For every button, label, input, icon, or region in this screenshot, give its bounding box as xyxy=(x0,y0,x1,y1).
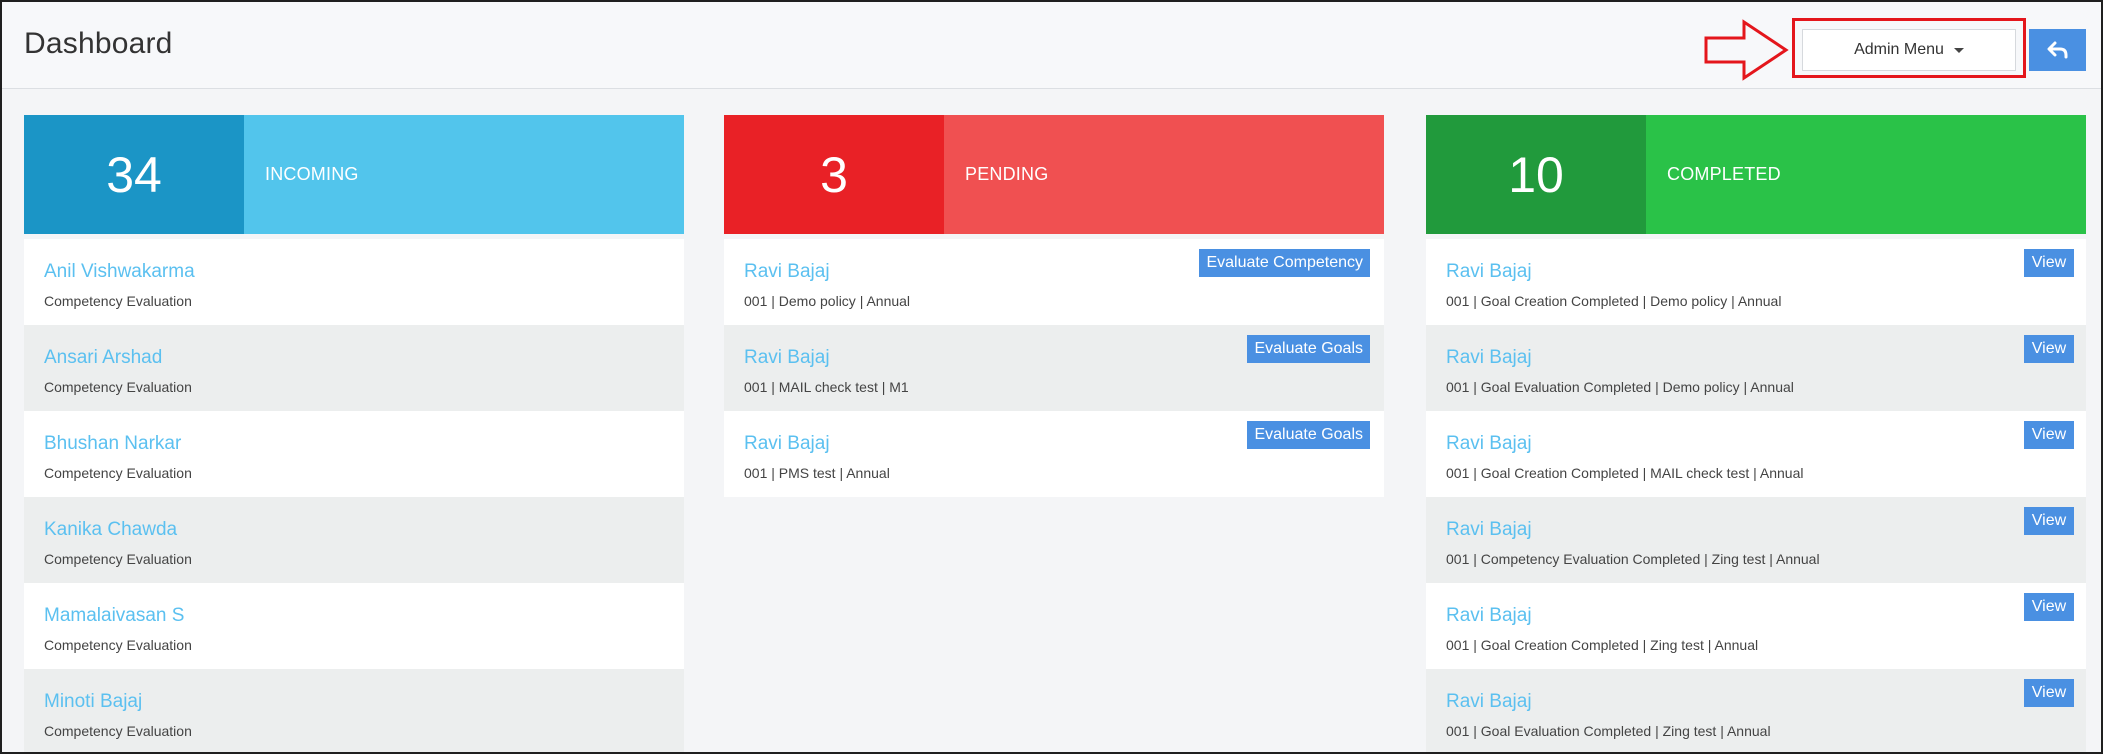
employee-link[interactable]: Ansari Arshad xyxy=(44,347,684,369)
view-button[interactable]: View xyxy=(2024,507,2074,535)
employee-link[interactable]: Mamalaivasan S xyxy=(44,605,684,627)
completed-count: 10 xyxy=(1426,115,1646,234)
item-description: 001 | Competency Evaluation Completed | … xyxy=(1446,551,1820,567)
item-description: 001 | Demo policy | Annual xyxy=(744,293,911,309)
incoming-label: INCOMING xyxy=(244,115,684,234)
list-item: Ravi Bajaj 001 | MAIL check test | M1 Ev… xyxy=(724,325,1384,411)
list-item: Kanika Chawda Competency Evaluation xyxy=(24,497,684,583)
view-button[interactable]: View xyxy=(2024,421,2074,449)
item-description: Competency Evaluation xyxy=(44,637,192,653)
list-item: Ravi Bajaj 001 | Goal Creation Completed… xyxy=(1426,239,2086,325)
completed-panel: 10 COMPLETED Ravi Bajaj 001 | Goal Creat… xyxy=(1426,115,2086,752)
employee-link[interactable]: Bhushan Narkar xyxy=(44,433,684,455)
employee-link[interactable]: Minoti Bajaj xyxy=(44,691,684,713)
completed-label: COMPLETED xyxy=(1646,115,2086,234)
item-description: 001 | Goal Creation Completed | Zing tes… xyxy=(1446,637,1759,653)
incoming-header: 34 INCOMING xyxy=(24,115,684,234)
pending-list: Ravi Bajaj 001 | Demo policy | Annual Ev… xyxy=(724,239,1384,497)
completed-header: 10 COMPLETED xyxy=(1426,115,2086,234)
list-item: Ravi Bajaj 001 | Goal Evaluation Complet… xyxy=(1426,669,2086,752)
employee-link[interactable]: Kanika Chawda xyxy=(44,519,684,541)
incoming-panel: 34 INCOMING Anil Vishwakarma Competency … xyxy=(24,115,684,752)
page-title: Dashboard xyxy=(24,27,173,60)
list-item: Ravi Bajaj 001 | Goal Evaluation Complet… xyxy=(1426,325,2086,411)
view-button[interactable]: View xyxy=(2024,679,2074,707)
item-description: Competency Evaluation xyxy=(44,723,192,739)
employee-link[interactable]: Ravi Bajaj xyxy=(1446,347,2086,369)
item-description: 001 | Goal Evaluation Completed | Zing t… xyxy=(1446,723,1771,739)
item-description: Competency Evaluation xyxy=(44,293,192,309)
undo-arrow-icon xyxy=(2047,41,2067,59)
app-window: Dashboard Admin Menu 34 INCOMING Anil Vi… xyxy=(0,0,2103,754)
employee-link[interactable]: Ravi Bajaj xyxy=(1446,605,2086,627)
employee-link[interactable]: Ravi Bajaj xyxy=(1446,261,2086,283)
annotation-arrow-icon xyxy=(1704,19,1789,81)
top-bar: Dashboard Admin Menu xyxy=(2,2,2101,89)
item-description: 001 | Goal Creation Completed | MAIL che… xyxy=(1446,465,1804,481)
pending-label: PENDING xyxy=(944,115,1384,234)
evaluate-competency-button[interactable]: Evaluate Competency xyxy=(1199,249,1370,277)
list-item: Ravi Bajaj 001 | Competency Evaluation C… xyxy=(1426,497,2086,583)
list-item: Mamalaivasan S Competency Evaluation xyxy=(24,583,684,669)
list-item: Anil Vishwakarma Competency Evaluation xyxy=(24,239,684,325)
employee-link[interactable]: Ravi Bajaj xyxy=(1446,433,2086,455)
employee-link[interactable]: Ravi Bajaj xyxy=(1446,519,2086,541)
list-item: Minoti Bajaj Competency Evaluation xyxy=(24,669,684,752)
back-button[interactable] xyxy=(2029,29,2086,71)
incoming-list: Anil Vishwakarma Competency Evaluation A… xyxy=(24,239,684,752)
caret-down-icon xyxy=(1953,47,1964,53)
pending-panel: 3 PENDING Ravi Bajaj 001 | Demo policy |… xyxy=(724,115,1384,497)
list-item: Ravi Bajaj 001 | PMS test | Annual Evalu… xyxy=(724,411,1384,497)
item-description: 001 | PMS test | Annual xyxy=(744,465,890,481)
employee-link[interactable]: Anil Vishwakarma xyxy=(44,261,684,283)
evaluate-goals-button[interactable]: Evaluate Goals xyxy=(1247,421,1370,449)
item-description: Competency Evaluation xyxy=(44,465,192,481)
item-description: Competency Evaluation xyxy=(44,379,192,395)
view-button[interactable]: View xyxy=(2024,593,2074,621)
item-description: Competency Evaluation xyxy=(44,551,192,567)
list-item: Ravi Bajaj 001 | Demo policy | Annual Ev… xyxy=(724,239,1384,325)
admin-menu-label: Admin Menu xyxy=(1854,41,1944,58)
view-button[interactable]: View xyxy=(2024,335,2074,363)
list-item: Ravi Bajaj 001 | Goal Creation Completed… xyxy=(1426,411,2086,497)
admin-menu-dropdown[interactable]: Admin Menu xyxy=(1802,29,2016,71)
item-description: 001 | Goal Evaluation Completed | Demo p… xyxy=(1446,379,1794,395)
list-item: Ansari Arshad Competency Evaluation xyxy=(24,325,684,411)
list-item: Bhushan Narkar Competency Evaluation xyxy=(24,411,684,497)
pending-count: 3 xyxy=(724,115,944,234)
incoming-count: 34 xyxy=(24,115,244,234)
item-description: 001 | MAIL check test | M1 xyxy=(744,379,909,395)
pending-header: 3 PENDING xyxy=(724,115,1384,234)
view-button[interactable]: View xyxy=(2024,249,2074,277)
completed-list: Ravi Bajaj 001 | Goal Creation Completed… xyxy=(1426,239,2086,752)
item-description: 001 | Goal Creation Completed | Demo pol… xyxy=(1446,293,1782,309)
evaluate-goals-button[interactable]: Evaluate Goals xyxy=(1247,335,1370,363)
list-item: Ravi Bajaj 001 | Goal Creation Completed… xyxy=(1426,583,2086,669)
employee-link[interactable]: Ravi Bajaj xyxy=(1446,691,2086,713)
